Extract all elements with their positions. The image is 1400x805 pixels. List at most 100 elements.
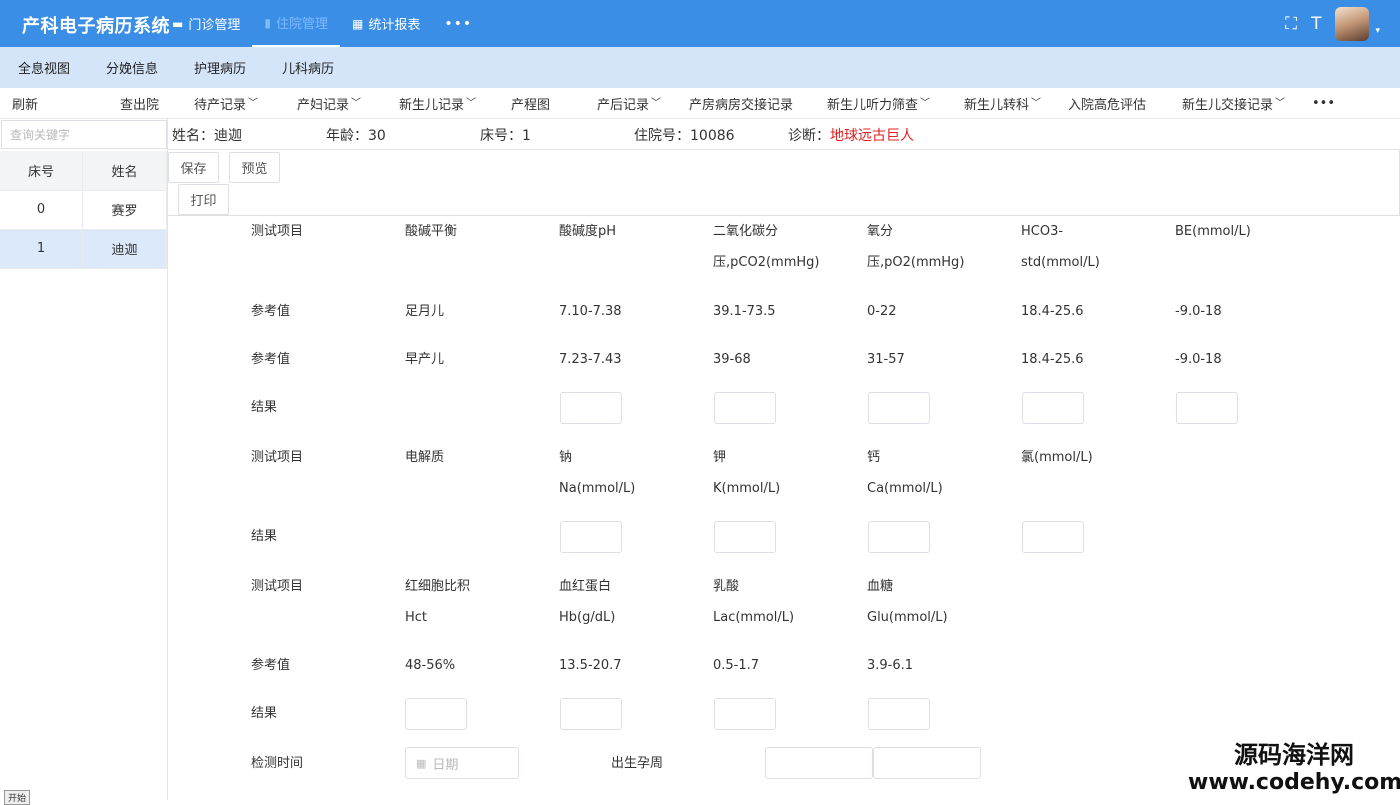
potassium-result-input[interactable]	[714, 521, 776, 553]
hemoglobin-label: 血红蛋白	[559, 579, 612, 594]
tab-nursing-record[interactable]: 护理病历	[176, 47, 264, 88]
ph-label: 酸碱度pH	[559, 224, 617, 239]
menu-high-risk-assessment[interactable]: 入院高危评估	[1068, 88, 1146, 119]
start-button[interactable]: 开始	[4, 790, 31, 805]
menu-newborn-transfer[interactable]: 新生儿转科 ﹀	[964, 88, 1041, 119]
tab-pediatric-record[interactable]: 儿科病历	[264, 47, 352, 88]
menu-label: 新生儿听力筛查	[827, 98, 919, 113]
be-result-input[interactable]	[1176, 392, 1238, 424]
user-avatar[interactable]	[1335, 6, 1370, 41]
date-placeholder: 日期	[432, 757, 459, 773]
hco3-result-input[interactable]	[1022, 392, 1084, 424]
column-header-name[interactable]: 姓名	[82, 151, 168, 191]
sodium-result-input[interactable]	[560, 521, 622, 553]
hematocrit-result-input[interactable]	[405, 698, 467, 730]
patient-name[interactable]: 迪迦	[82, 229, 168, 269]
chevron-down-icon: ﹀	[651, 98, 662, 109]
patient-name[interactable]: 赛罗	[82, 190, 168, 230]
patient-table: 床号 姓名 0 赛罗 1 迪迦	[0, 151, 168, 269]
info-name: 姓名：迪迦	[172, 127, 242, 144]
table-row[interactable]: 0 赛罗	[0, 190, 168, 230]
chevron-down-icon[interactable]: ▾	[1375, 26, 1380, 36]
date-picker[interactable]: ▦ 日期	[405, 747, 519, 779]
bed-number[interactable]: 0	[0, 190, 83, 230]
print-button[interactable]: 打印	[178, 184, 229, 215]
diagnosis-label: 诊断：	[788, 127, 830, 144]
glucose-result-input[interactable]	[868, 698, 930, 730]
ref-value: 31-57	[867, 352, 905, 367]
topnav-label: 住院管理	[275, 17, 328, 32]
record-tabs: 全息视图 分娩信息 护理病历 儿科病历	[0, 47, 1400, 88]
menu-newborn-handover[interactable]: 新生儿交接记录 ﹀	[1182, 88, 1285, 119]
pco2-result-input[interactable]	[714, 392, 776, 424]
lactate-label: 乳酸	[713, 579, 740, 594]
tab-overview[interactable]: 全息视图	[0, 47, 88, 88]
menu-maternal-record[interactable]: 产妇记录 ﹀	[297, 88, 361, 119]
ref-value: 13.5-20.7	[559, 658, 622, 673]
chloride-label: 氯(mmol/L)	[1021, 450, 1093, 465]
calcium-result-input[interactable]	[868, 521, 930, 553]
tab-delivery-info[interactable]: 分娩信息	[88, 47, 176, 88]
ph-result-input[interactable]	[560, 392, 622, 424]
test-item-label: 测试项目	[251, 224, 304, 239]
sodium-unit: Na(mmol/L)	[559, 481, 636, 496]
glucose-label: 血糖	[867, 579, 894, 594]
hemoglobin-result-input[interactable]	[560, 698, 622, 730]
menu-hearing-screening[interactable]: 新生儿听力筛查 ﹀	[827, 88, 930, 119]
search-input[interactable]	[1, 120, 167, 149]
reference-label: 参考值	[251, 658, 291, 673]
column-header-bed[interactable]: 床号	[0, 151, 83, 191]
discharged-button[interactable]: 查出院	[120, 88, 159, 119]
hco3-label: HCO3-	[1021, 224, 1064, 239]
bar-chart-icon: ▮	[264, 15, 271, 30]
bed-number[interactable]: 1	[0, 229, 83, 269]
table-row-selected[interactable]: 1 迪迦	[0, 229, 168, 269]
menu-label: 产后记录	[597, 98, 650, 113]
po2-result-input[interactable]	[868, 392, 930, 424]
preview-button[interactable]: 预览	[229, 152, 280, 183]
ref-value: 0-22	[867, 304, 897, 319]
lactate-result-input[interactable]	[714, 698, 776, 730]
gestational-week-input[interactable]	[765, 747, 873, 779]
action-bar: 保存 预览 打印	[168, 150, 1400, 216]
pco2-unit: 压,pCO2(mmHg)	[713, 255, 820, 270]
reference-label: 参考值	[251, 304, 291, 319]
topnav-outpatient[interactable]: ▬ 门诊管理	[160, 0, 252, 47]
watermark: 源码海洋网 www.codehy.com	[1188, 740, 1400, 800]
electrolyte-label: 电解质	[405, 450, 445, 465]
font-size-icon[interactable]: T	[1311, 14, 1321, 34]
menu-newborn-record[interactable]: 新生儿记录 ﹀	[399, 88, 476, 119]
top-bar: 产科电子病历系统 ▬ 门诊管理 ▮ 住院管理 ▦ 统计报表 ••• ⛶ T ▾	[0, 0, 1400, 47]
ref-value: 18.4-25.6	[1021, 304, 1084, 319]
pco2-label: 二氧化碳分	[713, 224, 779, 239]
potassium-label: 钾	[713, 450, 727, 465]
ref-value: 0.5-1.7	[713, 658, 760, 673]
ref-value: 3.9-6.1	[867, 658, 914, 673]
result-label: 结果	[251, 400, 278, 415]
chloride-result-input[interactable]	[1022, 521, 1084, 553]
info-diagnosis: 诊断： 地球远古巨人	[788, 119, 914, 150]
menu-labor-record[interactable]: 待产记录 ﹀	[194, 88, 258, 119]
topnav-statistics[interactable]: ▦ 统计报表	[340, 0, 432, 47]
ref-value: -9.0-18	[1175, 304, 1222, 319]
patient-panel: 床号 姓名 0 赛罗 1 迪迦 开始	[0, 119, 168, 805]
topnav-label: 统计报表	[368, 18, 421, 33]
watermark-title: 源码海洋网	[1234, 741, 1354, 769]
save-button[interactable]: 保存	[168, 152, 219, 183]
chevron-down-icon: ﹀	[1031, 98, 1042, 109]
menu-partograph[interactable]: 产程图	[511, 88, 550, 119]
menu-icon: ▬	[172, 16, 184, 31]
toolbar-more-button[interactable]: •••	[1312, 88, 1335, 119]
menu-postpartum-record[interactable]: 产后记录 ﹀	[597, 88, 661, 119]
ref-value: -9.0-18	[1175, 352, 1222, 367]
app-title: 产科电子病历系统	[22, 16, 170, 37]
test-time-label: 检测时间	[251, 756, 304, 771]
glucose-unit: Glu(mmol/L)	[867, 610, 948, 625]
fullscreen-icon[interactable]: ⛶	[1285, 14, 1297, 34]
menu-handover-record[interactable]: 产房病房交接记录	[689, 88, 793, 119]
gestational-day-input[interactable]	[873, 747, 981, 779]
topnav-inpatient[interactable]: ▮ 住院管理	[252, 0, 340, 47]
topnav-more-button[interactable]: •••	[432, 0, 484, 47]
refresh-button[interactable]: 刷新	[12, 88, 38, 119]
ref-value: 39.1-73.5	[713, 304, 776, 319]
